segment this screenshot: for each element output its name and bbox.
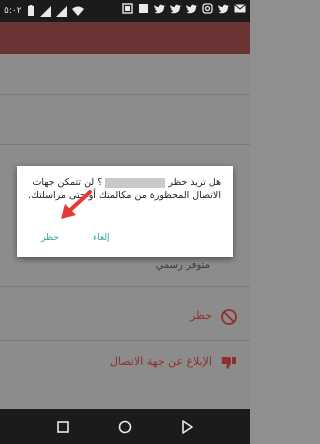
block-confirm-dialog: هل تريد حظر ؟ لن تتمكن جهات الاتصال المح… bbox=[17, 166, 233, 257]
block-button[interactable]: حظر bbox=[41, 233, 59, 243]
battery-icon bbox=[27, 5, 34, 16]
recents-icon[interactable] bbox=[54, 418, 72, 436]
redacted-contact-name bbox=[105, 177, 166, 188]
divider bbox=[0, 340, 250, 341]
cancel-button[interactable]: إلغاء bbox=[93, 233, 110, 243]
thumbs-down-icon bbox=[221, 357, 236, 369]
notification-icons bbox=[122, 3, 246, 14]
annotation-arrow-icon bbox=[61, 190, 92, 219]
background-partial-text: متوفر رسمي bbox=[155, 260, 210, 271]
mail-icon bbox=[234, 4, 246, 13]
status-left-group: ٥:٠٢ bbox=[4, 3, 84, 19]
status-time: ٥:٠٢ bbox=[4, 6, 22, 16]
back-icon[interactable] bbox=[178, 418, 196, 436]
instagram-icon bbox=[202, 3, 213, 14]
twitter-icon bbox=[218, 4, 229, 13]
dialog-message: هل تريد حظر ؟ لن تتمكن جهات الاتصال المح… bbox=[25, 176, 221, 202]
twitter-icon bbox=[154, 4, 165, 13]
menu-item-block[interactable]: حظر bbox=[0, 296, 250, 340]
twitter-icon bbox=[170, 4, 181, 13]
wifi-icon bbox=[71, 6, 84, 16]
menu-item-report[interactable]: الإبلاغ عن جهة الاتصال bbox=[0, 342, 250, 386]
app-toolbar bbox=[0, 22, 250, 54]
twitter-icon bbox=[186, 4, 197, 13]
menu-item-label: الإبلاغ عن جهة الاتصال bbox=[110, 355, 212, 368]
sim-signal-icon bbox=[55, 5, 67, 17]
block-icon bbox=[221, 309, 237, 325]
navigation-bar bbox=[0, 409, 250, 444]
divider bbox=[0, 94, 250, 95]
home-icon[interactable] bbox=[116, 418, 134, 436]
signal-icon bbox=[39, 5, 51, 17]
status-bar: ٥:٠٢ bbox=[0, 0, 250, 22]
screenshot-icon bbox=[122, 3, 133, 14]
notification-square-icon bbox=[139, 4, 148, 13]
menu-item-label: حظر bbox=[190, 309, 212, 322]
dialog-message-prefix: هل تريد حظر bbox=[168, 177, 221, 188]
divider bbox=[0, 144, 250, 145]
divider bbox=[0, 286, 250, 287]
